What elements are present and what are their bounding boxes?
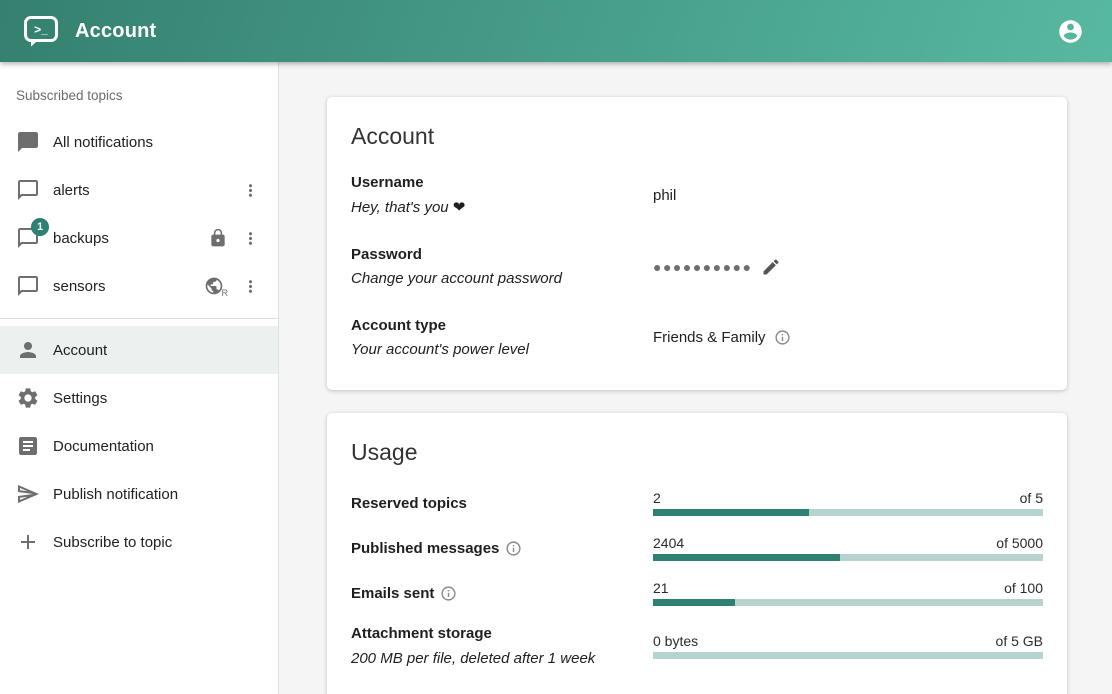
- ntfy-logo-icon: >_: [24, 16, 58, 47]
- password-label: Password: [351, 246, 653, 263]
- nav-label: Account: [53, 342, 107, 359]
- meter-limit: of 5: [1020, 490, 1043, 506]
- gear-icon: [16, 386, 40, 410]
- meter-value: 2: [653, 490, 661, 506]
- plus-icon: [16, 530, 40, 554]
- main-content: Account Username Hey, that's you ❤ phil …: [279, 62, 1112, 694]
- nav-label: Publish notification: [53, 486, 178, 503]
- more-vert-icon: [241, 277, 260, 296]
- sidebar: Subscribed topics All notifications: [0, 62, 279, 694]
- subscribed-topics-label: Subscribed topics: [0, 62, 278, 103]
- more-vert-icon: [241, 181, 260, 200]
- meter-limit: of 100: [1004, 580, 1043, 596]
- username-row: Username Hey, that's you ❤ phil: [351, 174, 1043, 216]
- chat-outline-icon: [16, 274, 40, 298]
- reserved-topics-row: Reserved topics 2 of 5: [351, 490, 1043, 516]
- meter-limit: of 5000: [996, 535, 1043, 551]
- topic-menu-button[interactable]: [241, 277, 260, 296]
- article-icon: [16, 434, 40, 458]
- progress-fill: [653, 554, 840, 561]
- password-subtitle: Change your account password: [351, 270, 653, 287]
- globe-reserved-icon: R: [204, 276, 229, 296]
- chat-outline-icon: [16, 178, 40, 202]
- app-root: >_ Account Subscribed topics: [0, 0, 1112, 694]
- app-bar: >_ Account: [0, 0, 1112, 62]
- topic-label: All notifications: [53, 134, 153, 151]
- sidebar-item-account[interactable]: Account: [0, 326, 278, 374]
- sidebar-item-documentation[interactable]: Documentation: [0, 422, 278, 470]
- send-icon: [16, 482, 40, 506]
- progress-bar: [653, 554, 1043, 561]
- sidebar-item-topic-backups[interactable]: 1 backups: [0, 214, 278, 262]
- meter-limit: of 5 GB: [996, 633, 1043, 649]
- sidebar-item-all-notifications[interactable]: All notifications: [0, 118, 278, 166]
- chat-filled-icon: [16, 130, 40, 154]
- meter-value: 0 bytes: [653, 633, 698, 649]
- nav-label: Subscribe to topic: [53, 534, 172, 551]
- password-row: Password Change your account password ●●…: [351, 246, 1043, 287]
- topic-menu-button[interactable]: [241, 229, 260, 248]
- reserved-topics-label: Reserved topics: [351, 495, 653, 512]
- emails-sent-row: Emails sent 21 of 100: [351, 580, 1043, 606]
- account-type-label: Account type: [351, 317, 653, 334]
- password-masked-value: ●●●●●●●●●●: [653, 259, 753, 275]
- username-label: Username: [351, 174, 653, 191]
- account-menu-button[interactable]: [1050, 11, 1090, 51]
- topic-label: backups: [53, 230, 109, 247]
- edit-password-button[interactable]: [761, 257, 781, 277]
- sidebar-divider: [0, 318, 278, 319]
- info-icon[interactable]: [505, 540, 522, 557]
- info-icon[interactable]: [774, 329, 791, 346]
- lock-icon: [208, 228, 228, 248]
- pencil-icon: [761, 257, 781, 277]
- main-nav: Account Settings: [0, 326, 278, 566]
- svg-text:>_: >_: [34, 22, 48, 36]
- reserved-suffix: R: [222, 288, 229, 298]
- person-icon: [16, 338, 40, 362]
- emails-sent-label: Emails sent: [351, 585, 434, 602]
- unread-count-badge: 1: [31, 218, 49, 236]
- usage-card-title: Usage: [351, 439, 1043, 466]
- account-card-title: Account: [351, 123, 1043, 150]
- meter-value: 21: [653, 580, 669, 596]
- sidebar-item-topic-alerts[interactable]: alerts: [0, 166, 278, 214]
- progress-bar: [653, 599, 1043, 606]
- nav-label: Settings: [53, 390, 107, 407]
- topic-list: All notifications alerts: [0, 103, 278, 310]
- account-circle-icon: [1057, 18, 1084, 45]
- chat-outline-icon: 1: [16, 226, 40, 250]
- attachment-storage-subtitle: 200 MB per file, deleted after 1 week: [351, 650, 653, 667]
- page-title: Account: [75, 20, 156, 43]
- attachment-storage-label: Attachment storage: [351, 625, 653, 642]
- account-type-row: Account type Your account's power level …: [351, 317, 1043, 358]
- sidebar-item-settings[interactable]: Settings: [0, 374, 278, 422]
- usage-card: Usage Reserved topics 2 of 5: [327, 413, 1067, 694]
- published-messages-row: Published messages 2404 of 5000: [351, 535, 1043, 561]
- topic-label: sensors: [53, 278, 106, 295]
- username-subtitle: Hey, that's you ❤: [351, 198, 653, 216]
- topic-label: alerts: [53, 182, 90, 199]
- account-type-subtitle: Your account's power level: [351, 341, 653, 358]
- info-icon[interactable]: [440, 585, 457, 602]
- sidebar-item-topic-sensors[interactable]: sensors R: [0, 262, 278, 310]
- nav-label: Documentation: [53, 438, 154, 455]
- progress-bar: [653, 652, 1043, 659]
- account-card: Account Username Hey, that's you ❤ phil …: [327, 97, 1067, 390]
- progress-fill: [653, 509, 809, 516]
- published-messages-label: Published messages: [351, 540, 499, 557]
- progress-fill: [653, 599, 735, 606]
- more-vert-icon: [241, 229, 260, 248]
- username-value: phil: [653, 187, 676, 204]
- attachment-storage-row: Attachment storage 200 MB per file, dele…: [351, 625, 1043, 667]
- sidebar-item-subscribe-to-topic[interactable]: Subscribe to topic: [0, 518, 278, 566]
- meter-value: 2404: [653, 535, 684, 551]
- sidebar-item-publish-notification[interactable]: Publish notification: [0, 470, 278, 518]
- topic-menu-button[interactable]: [241, 181, 260, 200]
- account-type-value: Friends & Family: [653, 329, 766, 346]
- progress-bar: [653, 509, 1043, 516]
